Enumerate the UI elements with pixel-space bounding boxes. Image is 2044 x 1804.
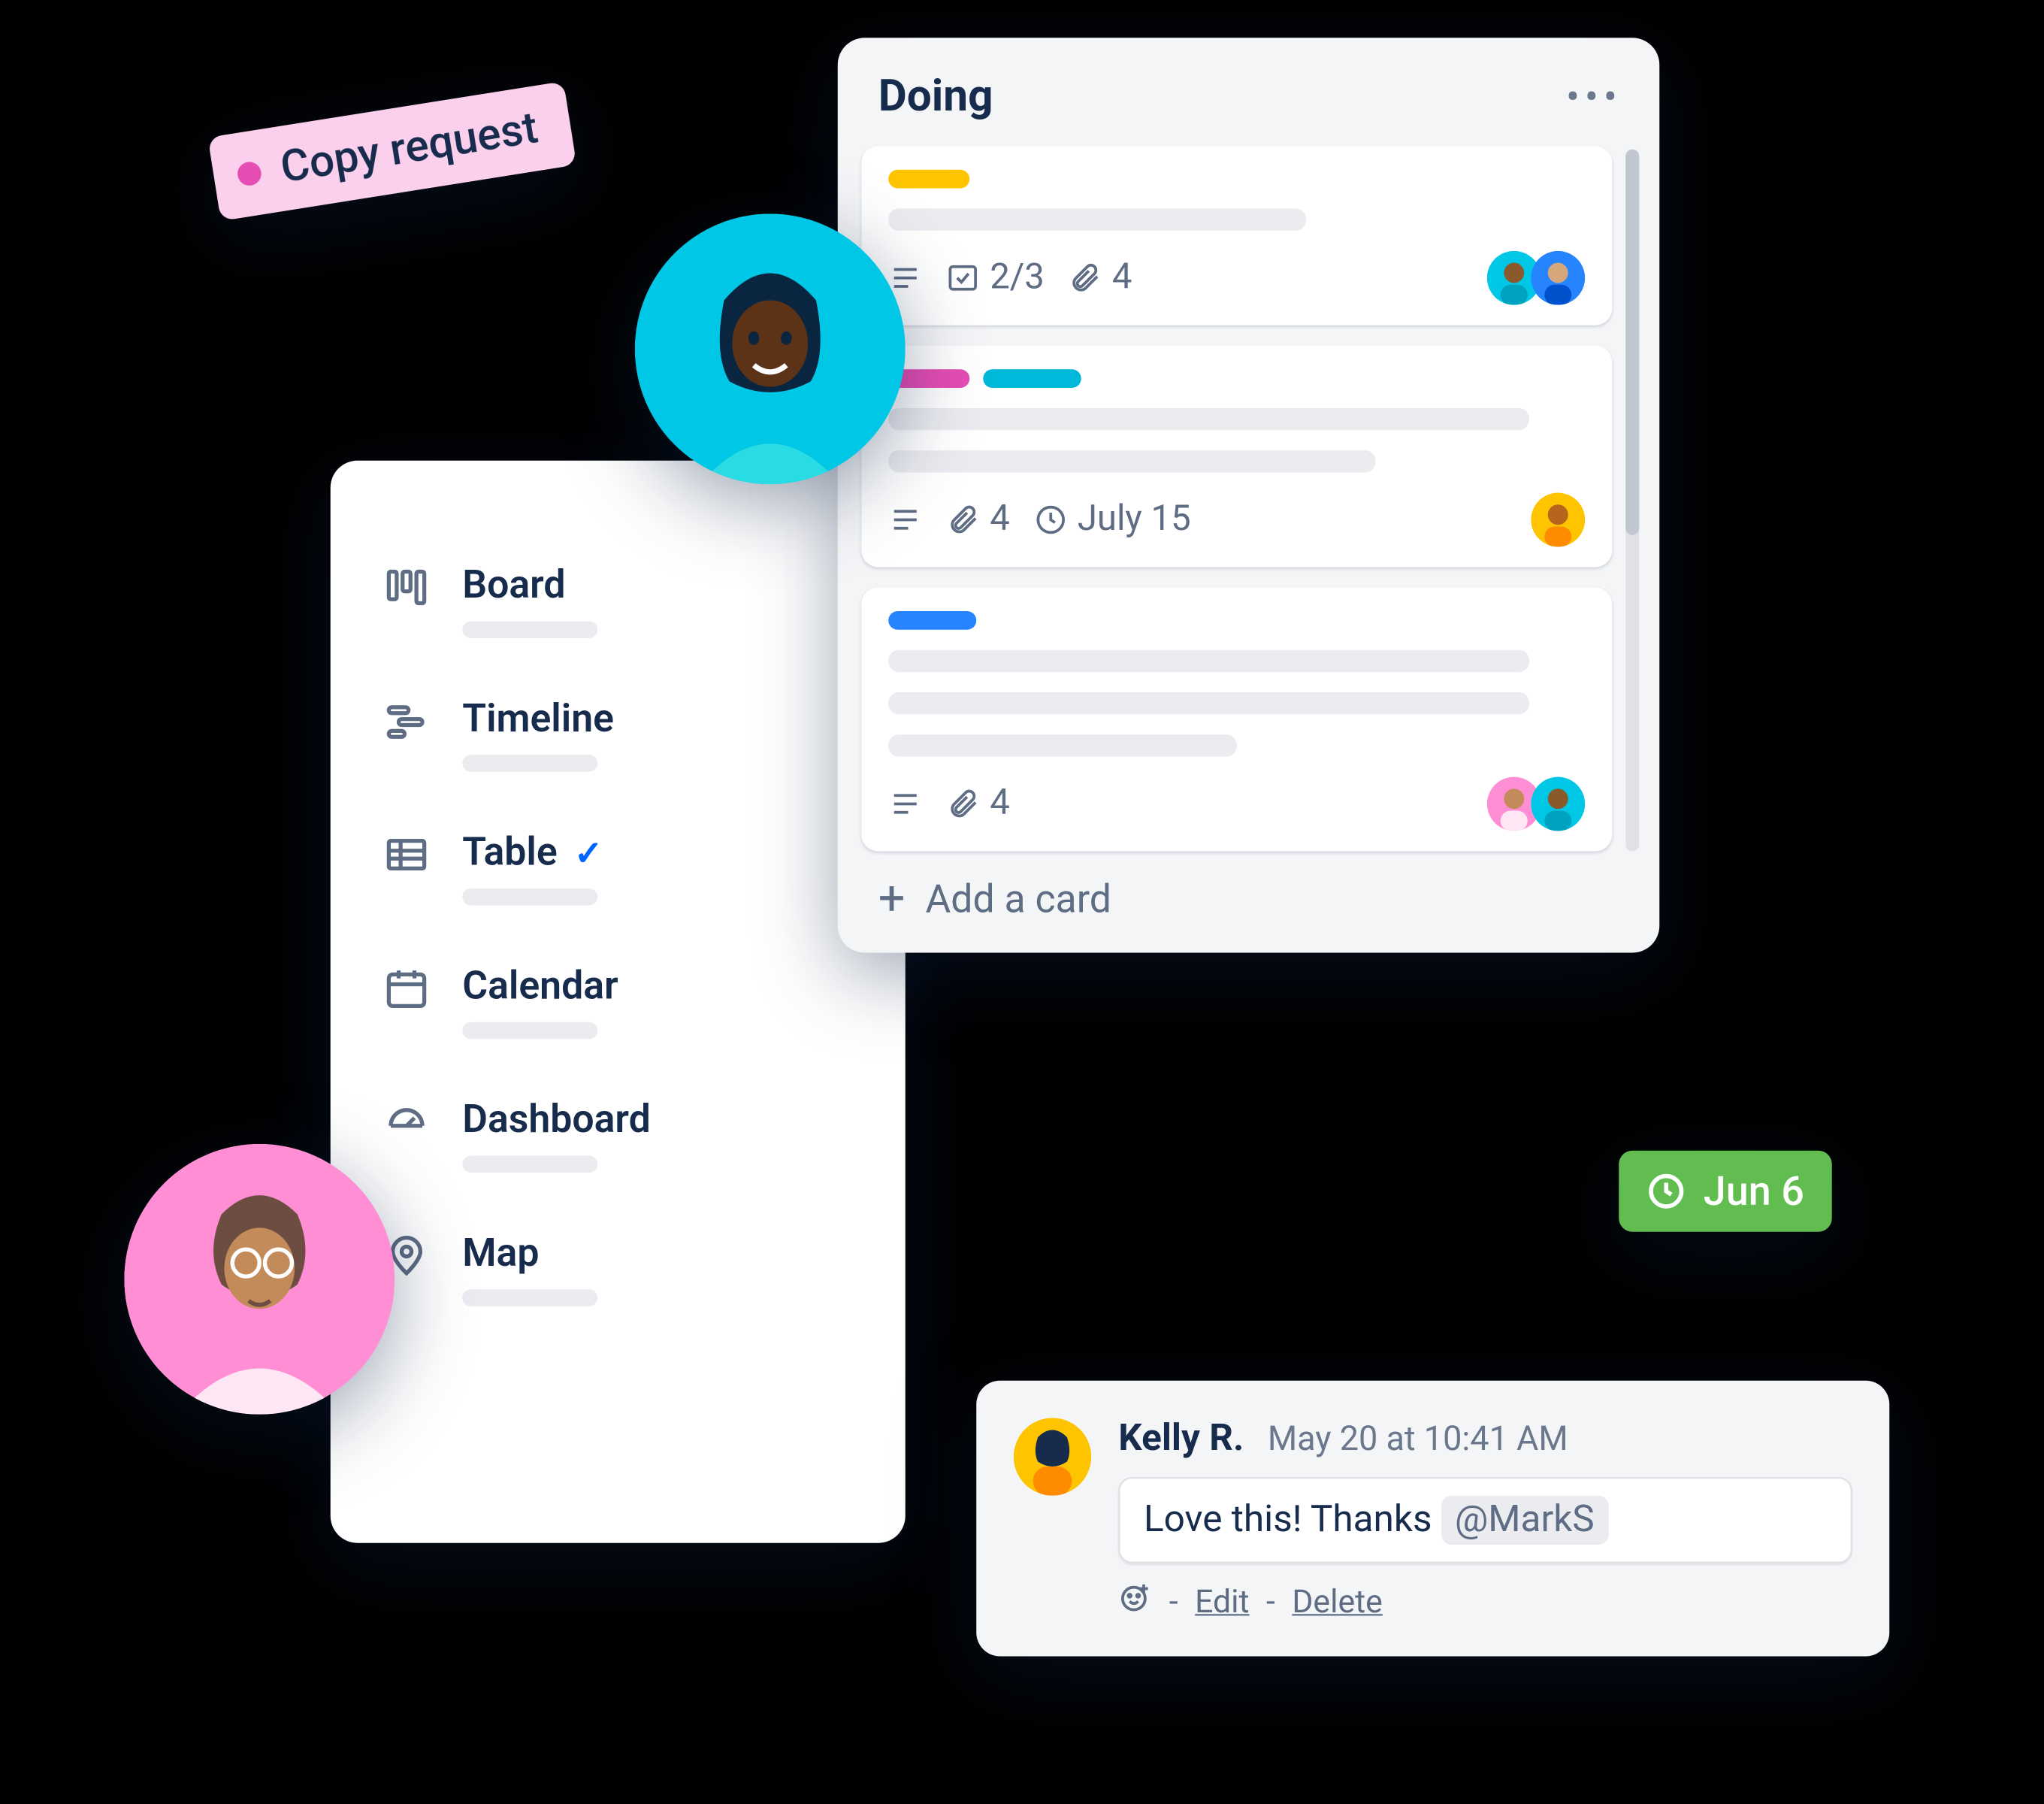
column-menu-icon[interactable]: ••• bbox=[1566, 74, 1622, 121]
dashboard-icon bbox=[381, 1097, 432, 1148]
plus-icon: + bbox=[878, 875, 906, 922]
card-members bbox=[1541, 493, 1586, 547]
view-sub-placeholder bbox=[462, 1156, 597, 1173]
action-sep: - bbox=[1266, 1582, 1275, 1621]
card-title-placeholder bbox=[888, 650, 1529, 672]
view-item-board[interactable]: Board bbox=[381, 562, 854, 638]
comment-text: Love this! Thanks bbox=[1144, 1499, 1432, 1541]
view-item-table[interactable]: Table ✓ bbox=[381, 829, 854, 905]
view-sub-placeholder bbox=[462, 888, 597, 906]
date-badge-label: Jun 6 bbox=[1704, 1167, 1804, 1215]
check-icon: ✓ bbox=[574, 832, 603, 873]
card-title-placeholder bbox=[888, 450, 1376, 472]
tag-color-dot bbox=[236, 160, 263, 187]
board-icon bbox=[381, 562, 432, 613]
avatar bbox=[1531, 493, 1585, 547]
description-icon bbox=[888, 503, 922, 537]
clock-icon bbox=[1646, 1171, 1686, 1212]
view-sub-placeholder bbox=[462, 1022, 597, 1040]
add-reaction-icon[interactable] bbox=[1118, 1580, 1152, 1622]
floating-avatar bbox=[124, 1144, 395, 1415]
comment-mention[interactable]: @MarkS bbox=[1441, 1496, 1608, 1545]
column-doing: Doing ••• 2/3 4 bbox=[838, 38, 1660, 952]
action-sep: - bbox=[1169, 1582, 1178, 1621]
view-label: Map bbox=[462, 1230, 597, 1276]
avatar bbox=[1531, 777, 1585, 831]
add-card-label: Add a card bbox=[926, 876, 1111, 922]
card[interactable]: 2/3 4 bbox=[861, 146, 1612, 325]
card-members bbox=[1497, 777, 1585, 831]
views-panel: Board Timeline Table ✓ bbox=[331, 461, 906, 1543]
card-members bbox=[1497, 251, 1585, 305]
view-sub-placeholder bbox=[462, 755, 597, 772]
tag-chip[interactable]: Copy request bbox=[207, 81, 577, 221]
comment-avatar bbox=[1014, 1418, 1092, 1496]
floating-avatar bbox=[635, 213, 906, 484]
view-sub-placeholder bbox=[462, 1289, 597, 1306]
card[interactable]: 4 July 15 bbox=[861, 346, 1612, 568]
view-item-timeline[interactable]: Timeline bbox=[381, 696, 854, 772]
delete-action[interactable]: Delete bbox=[1292, 1582, 1382, 1621]
view-item-map[interactable]: Map bbox=[381, 1230, 854, 1306]
attachment-meta: 4 bbox=[946, 500, 1010, 540]
comment-bubble: Love this! Thanks @MarkS bbox=[1118, 1477, 1852, 1563]
view-label: Board bbox=[462, 562, 597, 608]
column-title: Doing bbox=[878, 71, 993, 123]
card[interactable]: 4 bbox=[861, 588, 1612, 852]
card-label-yellow bbox=[888, 170, 969, 189]
card-title-placeholder bbox=[888, 209, 1306, 231]
view-label: Table ✓ bbox=[462, 829, 603, 875]
comment-panel: Kelly R. May 20 at 10:41 AM Love this! T… bbox=[976, 1381, 1889, 1657]
description-icon bbox=[888, 787, 922, 821]
date-badge[interactable]: Jun 6 bbox=[1619, 1151, 1831, 1232]
checklist-meta: 2/3 bbox=[946, 258, 1045, 298]
table-icon bbox=[381, 829, 432, 880]
card-label-cyan bbox=[983, 369, 1081, 388]
view-sub-placeholder bbox=[462, 622, 597, 639]
due-date-meta: July 15 bbox=[1033, 500, 1190, 540]
description-icon bbox=[888, 261, 922, 295]
card-title-placeholder bbox=[888, 692, 1529, 714]
view-label: Calendar bbox=[462, 963, 618, 1009]
view-item-dashboard[interactable]: Dashboard bbox=[381, 1097, 854, 1173]
view-label: Dashboard bbox=[462, 1097, 650, 1143]
column-scrollbar[interactable] bbox=[1625, 150, 1639, 852]
comment-timestamp: May 20 at 10:41 AM bbox=[1268, 1418, 1568, 1458]
card-title-placeholder bbox=[888, 408, 1529, 430]
timeline-icon bbox=[381, 696, 432, 747]
attachment-meta: 4 bbox=[946, 784, 1010, 825]
calendar-icon bbox=[381, 963, 432, 1014]
card-title-placeholder bbox=[888, 734, 1237, 756]
edit-action[interactable]: Edit bbox=[1195, 1582, 1249, 1621]
attachment-meta: 4 bbox=[1068, 258, 1132, 298]
view-label: Timeline bbox=[462, 696, 614, 742]
view-item-calendar[interactable]: Calendar bbox=[381, 963, 854, 1039]
add-card-button[interactable]: + Add a card bbox=[861, 852, 1639, 937]
tag-label: Copy request bbox=[277, 103, 542, 194]
comment-author: Kelly R. bbox=[1118, 1418, 1244, 1460]
avatar bbox=[1531, 251, 1585, 305]
card-label-blue bbox=[888, 611, 976, 630]
